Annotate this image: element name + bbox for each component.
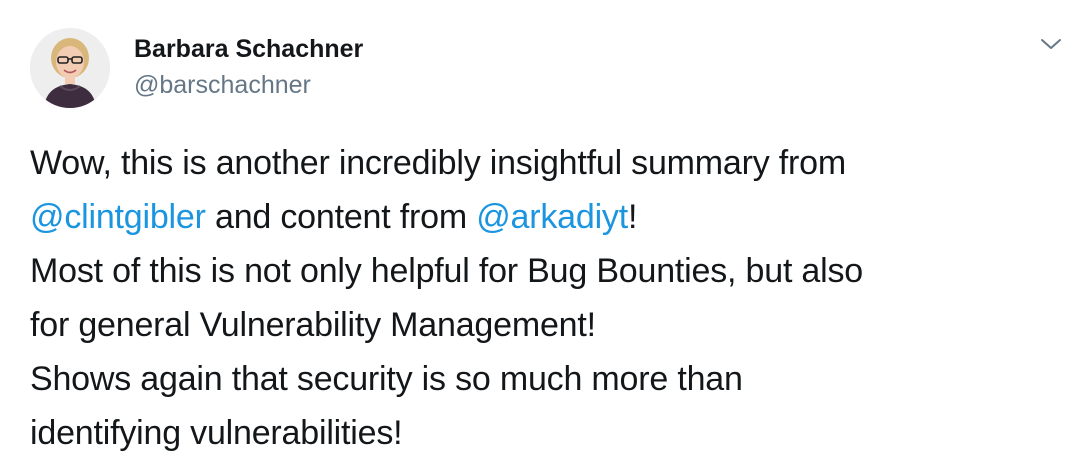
tweet-card: Barbara Schachner @barschachner Wow, thi… [0, 0, 1092, 470]
author-display-name[interactable]: Barbara Schachner [134, 33, 363, 65]
avatar[interactable] [30, 28, 110, 108]
mention-clintgibler-link[interactable]: @clintgibler [30, 198, 206, 236]
tweet-line-2-end: ! [627, 198, 638, 236]
author-handle[interactable]: @barschachner [134, 69, 363, 101]
tweet-header: Barbara Schachner @barschachner [30, 28, 363, 108]
tweet-line-3: Most of this is not only helpful for Bug… [30, 252, 864, 290]
author-identity: Barbara Schachner @barschachner [134, 35, 363, 101]
chevron-down-icon[interactable] [1038, 34, 1064, 54]
avatar-image [30, 28, 110, 108]
tweet-line-2-middle: and content from [205, 198, 477, 236]
tweet-text: Wow, this is another incredibly insightf… [30, 136, 1050, 460]
tweet-line-1: Wow, this is another incredibly insightf… [30, 144, 847, 182]
tweet-line-2: @clintgibler and content from @arkadiyt! [30, 190, 1050, 244]
tweet-line-5: Shows again that security is so much mor… [30, 360, 743, 398]
tweet-line-6: identifying vulnerabilities! [30, 414, 403, 452]
mention-arkadiyt-link[interactable]: @arkadiyt [476, 198, 628, 236]
tweet-line-4: for general Vulnerability Management! [30, 306, 596, 344]
